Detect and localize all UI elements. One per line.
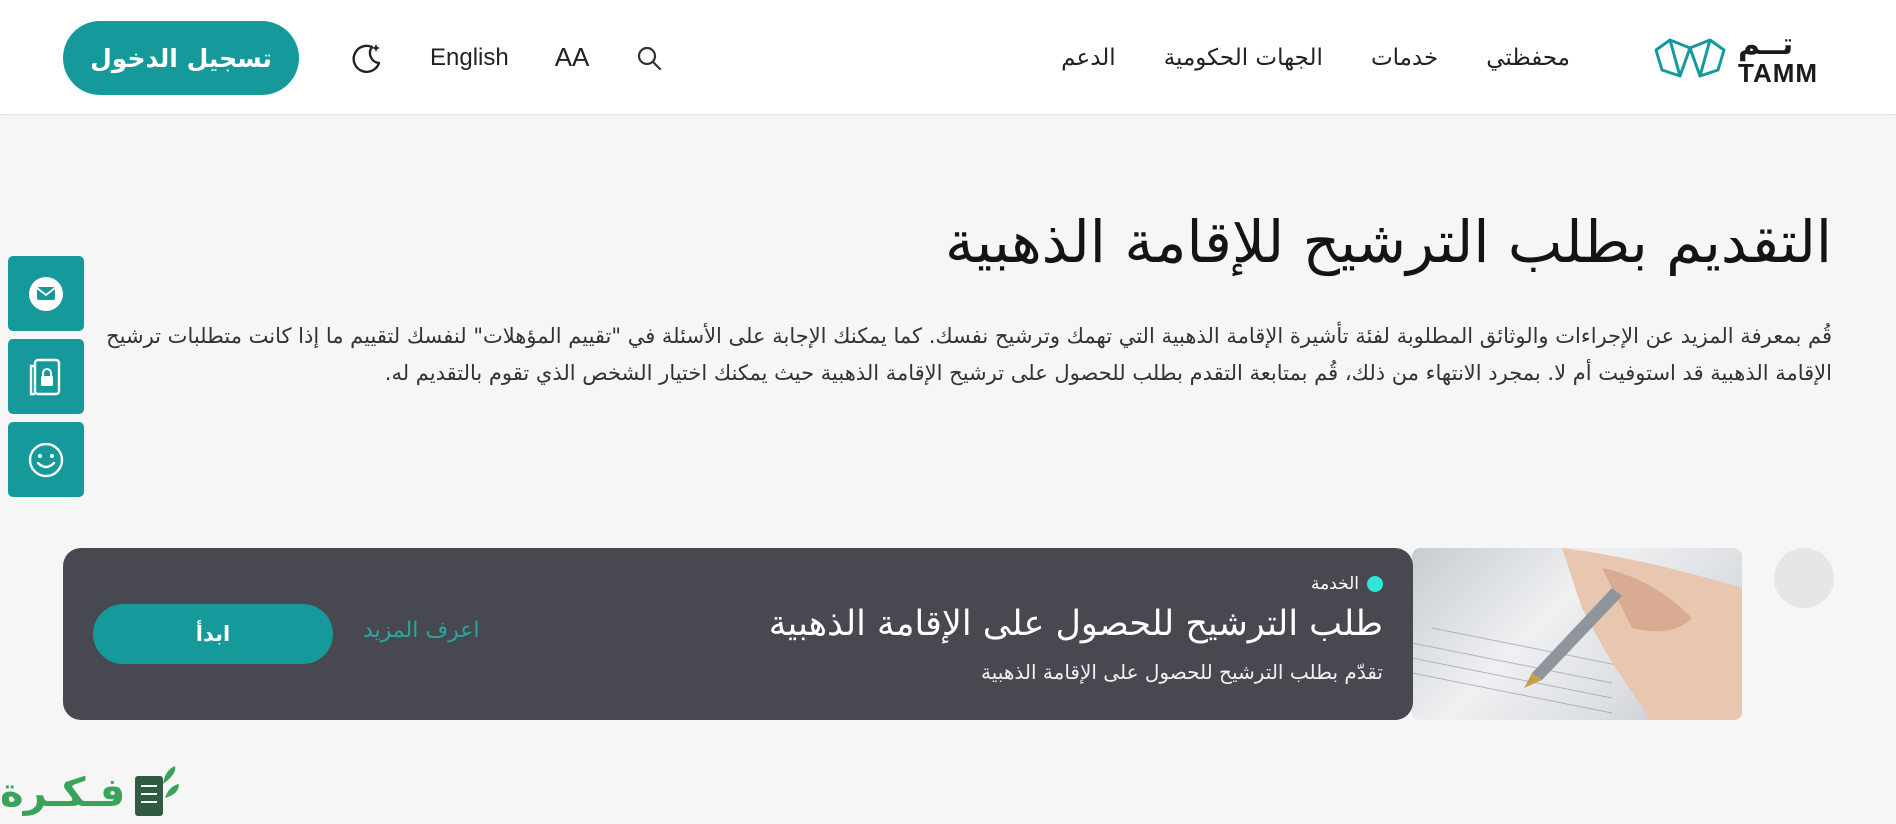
login-button[interactable]: تسجيل الدخول bbox=[63, 21, 299, 95]
service-label-text: الخدمة bbox=[1310, 574, 1359, 594]
top-header: تــم TAMM محفظتي خدمات الجهات الحكومية ا… bbox=[0, 0, 1896, 115]
status-dot bbox=[1367, 576, 1383, 592]
book-leaf-icon bbox=[135, 766, 180, 816]
header-tools: English AA bbox=[350, 0, 663, 115]
nav-item-wallet[interactable]: محفظتي bbox=[1486, 45, 1570, 71]
watermark: فـكـرة bbox=[0, 762, 181, 824]
logo-wordmark: تــم TAMM bbox=[1738, 27, 1819, 88]
tamm-logo[interactable]: تــم TAMM bbox=[1652, 30, 1832, 86]
page-title: التقديم بطلب الترشيح للإقامة الذهبية bbox=[944, 208, 1832, 276]
nav-item-services[interactable]: خدمات bbox=[1371, 45, 1438, 71]
service-label: الخدمة bbox=[1311, 574, 1383, 594]
logo-english: TAMM bbox=[1738, 58, 1819, 88]
watermark-text: فـكـرة bbox=[0, 770, 126, 816]
search-icon bbox=[638, 46, 662, 70]
moon-icon bbox=[352, 43, 381, 73]
search-button[interactable] bbox=[635, 44, 663, 72]
nav-item-government-entities[interactable]: الجهات الحكومية bbox=[1164, 45, 1323, 71]
side-feedback-button[interactable] bbox=[8, 422, 84, 497]
main-nav: محفظتي خدمات الجهات الحكومية الدعم bbox=[1061, 0, 1570, 115]
page-description: قُم بمعرفة المزيد عن الإجراءات والوثائق … bbox=[106, 324, 1832, 385]
logo-arabic: تــم bbox=[1738, 27, 1794, 62]
service-title: طلب الترشيح للحصول على الإقامة الذهبية bbox=[768, 604, 1383, 644]
smiley-icon bbox=[28, 442, 64, 477]
start-button[interactable]: ابدأ bbox=[93, 604, 333, 664]
step-indicator bbox=[1774, 548, 1834, 608]
service-image bbox=[1412, 548, 1742, 720]
mail-icon bbox=[29, 276, 63, 311]
tamm-emblem-icon bbox=[1654, 38, 1726, 78]
font-size-toggle[interactable]: AA bbox=[555, 42, 590, 73]
learn-more-link[interactable]: اعرف المزيد bbox=[363, 618, 480, 643]
nav-item-support[interactable]: الدعم bbox=[1061, 45, 1116, 71]
service-card: الخدمة طلب الترشيح للحصول على الإقامة ال… bbox=[63, 548, 1413, 720]
language-switch[interactable]: English bbox=[430, 44, 509, 72]
dark-mode-toggle[interactable] bbox=[350, 41, 384, 75]
service-subtitle: تقدّم بطلب الترشيح للحصول على الإقامة ال… bbox=[981, 660, 1383, 684]
pen-writing-illustration bbox=[1412, 548, 1742, 720]
